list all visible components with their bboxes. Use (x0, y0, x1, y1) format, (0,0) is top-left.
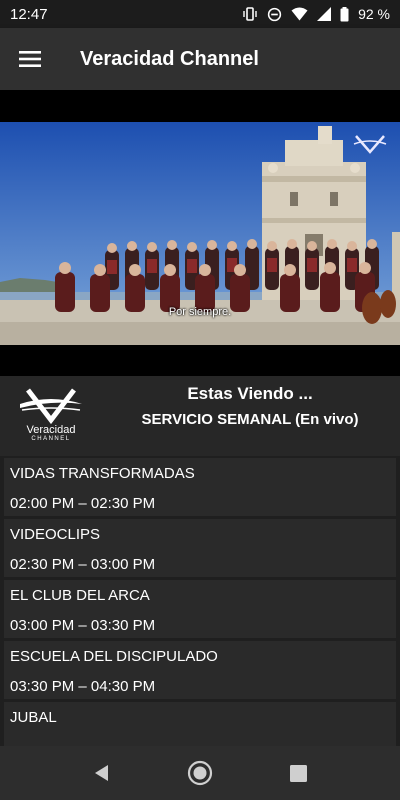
schedule-item[interactable]: VIDEOCLIPS 02:30 PM – 03:00 PM (4, 519, 396, 577)
do-not-disturb-icon (267, 7, 282, 22)
status-bar: 12:47 92 % (0, 0, 400, 28)
logo-subtext: CHANNEL (31, 436, 71, 442)
schedule-item[interactable]: VIDAS TRANSFORMADAS 02:00 PM – 02:30 PM (4, 458, 396, 516)
battery-icon (340, 6, 349, 22)
status-icons: 92 % (242, 6, 390, 22)
app-bar: Veracidad Channel (0, 28, 400, 90)
schedule-item[interactable]: ESCUELA DEL DISCIPULADO 03:30 PM – 04:30… (4, 641, 396, 699)
status-time: 12:47 (10, 5, 48, 23)
recents-icon[interactable] (249, 746, 347, 800)
hamburger-menu-icon[interactable] (0, 28, 60, 90)
schedule-item-name: ESCUELA DEL DISCIPULADO (10, 648, 218, 665)
vibrate-icon (242, 6, 258, 22)
schedule-item-time: 02:30 PM – 03:00 PM (10, 556, 156, 573)
home-icon[interactable] (151, 746, 249, 800)
schedule-item-name: VIDAS TRANSFORMADAS (10, 465, 195, 482)
schedule-item-name: EL CLUB DEL ARCA (10, 587, 150, 604)
schedule-item[interactable]: JUBAL (4, 702, 396, 746)
logo-text: Veracidad (26, 424, 76, 436)
back-icon[interactable] (53, 746, 151, 800)
schedule-item-time: 03:00 PM – 03:30 PM (10, 617, 156, 634)
schedule-item-time: 03:30 PM – 04:30 PM (10, 678, 156, 695)
now-playing-panel: Veracidad CHANNEL Estas Viendo ... SERVI… (0, 376, 400, 456)
video-frame[interactable]: Por siempre. (0, 122, 400, 345)
schedule-item-name: VIDEOCLIPS (10, 526, 101, 543)
schedule-item-time: 02:00 PM – 02:30 PM (10, 495, 156, 512)
app-title: Veracidad Channel (80, 47, 259, 70)
schedule-item[interactable]: EL CLUB DEL ARCA 03:00 PM – 03:30 PM (4, 580, 396, 638)
video-subtitle: Por siempre. (168, 306, 232, 318)
signal-icon (317, 7, 332, 21)
wifi-icon (291, 7, 308, 21)
video-player[interactable]: Por siempre. (0, 90, 400, 376)
schedule-item-name: JUBAL (10, 709, 57, 726)
system-nav-bar (0, 746, 400, 800)
schedule-list[interactable]: VIDAS TRANSFORMADAS 02:00 PM – 02:30 PM … (0, 456, 400, 746)
now-playing-heading: Estas Viendo ... (187, 384, 313, 403)
now-playing-program: SERVICIO SEMANAL (En vivo) (141, 411, 359, 428)
battery-level: 92 % (358, 6, 390, 22)
